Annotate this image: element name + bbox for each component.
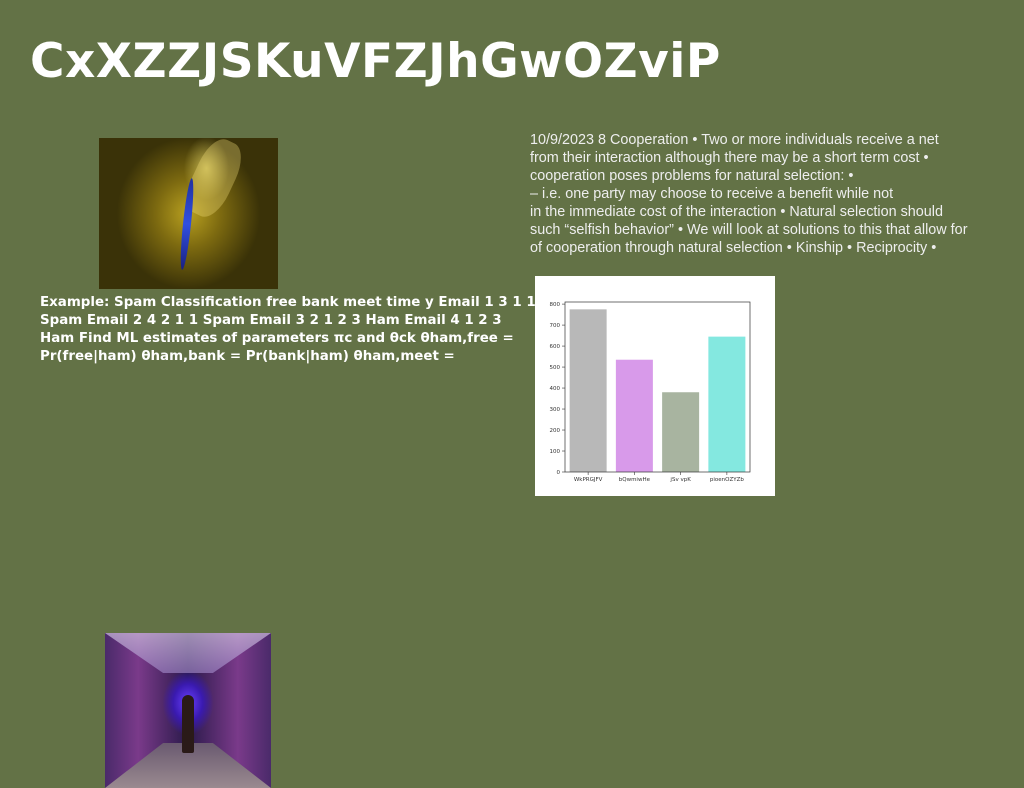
x-tick-label: WkPRGJFV — [574, 477, 603, 483]
y-tick-label: 800 — [550, 302, 561, 308]
page-title: CxXZZJSKuVFZJhGwOZviP — [30, 34, 721, 89]
tunnel-image — [105, 633, 271, 788]
x-tick-label: bQwmiwHe — [619, 477, 651, 483]
y-tick-label: 700 — [550, 323, 561, 329]
y-tick-label: 200 — [550, 428, 561, 434]
galaxy-streak — [178, 177, 196, 271]
x-tick-label: jSv vpK — [669, 477, 691, 483]
y-tick-label: 100 — [550, 449, 561, 455]
bar — [615, 359, 653, 472]
y-tick-label: 0 — [557, 470, 561, 476]
y-tick-label: 600 — [550, 344, 561, 350]
body-text: Example: Spam Classification free bank m… — [40, 295, 536, 364]
y-tick-label: 400 — [550, 386, 561, 392]
bar-chart: 0 100 200 300 400 500 600 700 800 WkPRGJFV bQwmiwH… — [535, 276, 775, 496]
bar — [662, 392, 700, 472]
bar-chart-svg: 0 100 200 300 400 500 600 700 800 WkPRGJFV bQwmiwH… — [550, 301, 751, 483]
galaxy-image — [99, 138, 278, 289]
bar — [569, 309, 607, 472]
cooperation-text: 10/9/2023 8 Cooperation • Two or more in… — [530, 132, 968, 256]
y-tick-label: 500 — [550, 365, 561, 371]
tunnel-ceiling — [105, 633, 271, 673]
bar — [708, 336, 746, 472]
x-tick-label: pioenOZYZb — [710, 477, 744, 483]
y-tick-label: 300 — [550, 407, 561, 413]
tunnel-person — [182, 695, 194, 753]
